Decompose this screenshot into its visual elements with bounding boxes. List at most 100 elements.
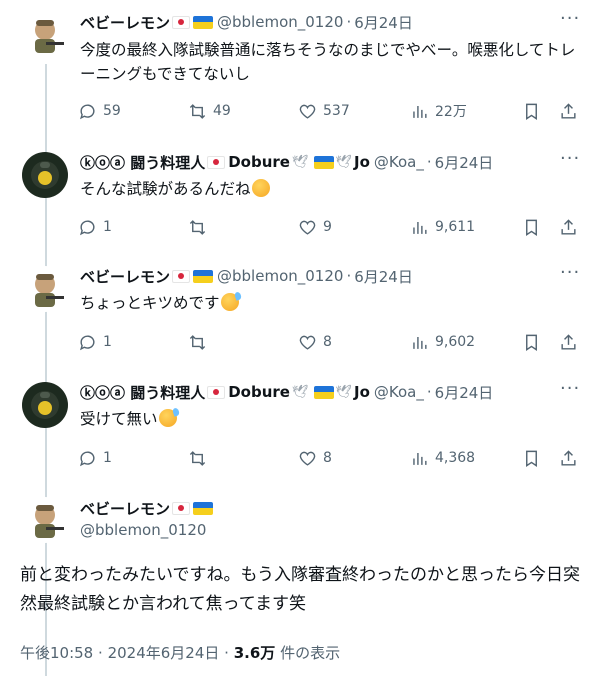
bookmark-button[interactable] [522, 99, 541, 123]
japan-flag-icon [207, 155, 226, 169]
reply-icon [80, 334, 95, 350]
tweet-time[interactable]: 午後10:58 [20, 644, 93, 662]
like-icon [299, 104, 316, 119]
separator: · [426, 153, 432, 171]
tweet-text-wrap: そんな試験があるんだね [80, 177, 580, 201]
separator: · [224, 644, 229, 662]
tweet-date[interactable]: 6月24日 [435, 152, 494, 173]
views-button[interactable]: 9,602 [410, 330, 475, 354]
display-name-prefix[interactable]: ⓚⓞⓐ 闘う料理人 [80, 382, 205, 403]
ukraine-flag-icon [193, 269, 214, 283]
reply-count: 1 [103, 334, 112, 350]
retweet-button[interactable]: 49 [188, 99, 231, 123]
japan-flag-icon [172, 501, 191, 515]
tweet-date[interactable]: 6月24日 [354, 12, 413, 33]
reply-button[interactable]: 1 [78, 446, 112, 470]
share-button[interactable] [559, 215, 578, 239]
action-bar: 1 8 4,368 [78, 446, 578, 470]
main-avatar[interactable] [22, 497, 68, 543]
like-count: 8 [323, 450, 332, 466]
display-name-mid[interactable]: Dobure [228, 383, 290, 401]
views-button[interactable]: 9,611 [410, 215, 475, 239]
bookmark-button[interactable] [522, 215, 541, 239]
tweet-text: 受けて無い [80, 410, 158, 428]
display-name[interactable]: ベビーレモン [80, 12, 170, 33]
reply-tweet-2[interactable]: ⓚⓞⓐ 闘う料理人 Dobure 🕊 🕊 Jo @Koa_ · 6月24日 ··… [0, 140, 600, 254]
reply-button[interactable]: 1 [78, 330, 112, 354]
more-icon[interactable]: ··· [560, 264, 580, 288]
main-display-name[interactable]: ベビーレモン [80, 498, 170, 519]
more-icon[interactable]: ··· [560, 150, 580, 174]
like-button[interactable]: 537 [298, 99, 350, 123]
share-button[interactable] [559, 330, 578, 354]
main-tweet-text: 前と変わったみたいですね。もう入隊審査終わったのかと思ったら今日突然最終試験とか… [20, 565, 580, 614]
retweet-button[interactable] [188, 215, 213, 239]
user-handle[interactable]: @bblemon_0120 [217, 267, 343, 285]
tweet-text: 今度の最終入隊試験普通に落ちそうなのまじでやべー。喉悪化してトレーニングもできて… [80, 41, 576, 83]
display-name-prefix[interactable]: ⓚⓞⓐ 闘う料理人 [80, 152, 205, 173]
tweet-header: ベビーレモン @bblemon_0120 · 6月24日 [80, 265, 413, 287]
dove-icon: 🕊 [291, 384, 309, 400]
bookmark-button[interactable] [522, 446, 541, 470]
retweet-button[interactable] [188, 446, 213, 470]
view-count: 3.6万 [233, 644, 276, 662]
like-button[interactable]: 9 [298, 215, 332, 239]
retweet-icon [189, 219, 206, 235]
display-name-mid[interactable]: Dobure [228, 153, 290, 171]
views-count: 22万 [435, 104, 467, 120]
tweet-header: ベビーレモン @bblemon_0120 · 6月24日 [80, 11, 413, 33]
reply-count: 59 [103, 103, 121, 119]
share-icon [561, 218, 576, 235]
views-button[interactable]: 4,368 [410, 446, 475, 470]
separator: · [98, 644, 103, 662]
reply-tweet-1[interactable]: ベビーレモン @bblemon_0120 · 6月24日 ··· 今度の最終入隊… [0, 0, 600, 140]
avatar[interactable] [22, 152, 68, 198]
more-icon[interactable]: ··· [560, 380, 580, 404]
display-name-end[interactable]: Jo [354, 153, 370, 171]
bookmark-icon [526, 219, 537, 236]
reply-tweet-3[interactable]: ベビーレモン @bblemon_0120 · 6月24日 ··· ちょっとキツめ… [0, 254, 600, 370]
like-button[interactable]: 8 [298, 446, 332, 470]
bookmark-button[interactable] [522, 330, 541, 354]
retweet-button[interactable] [188, 330, 213, 354]
main-user-handle[interactable]: @bblemon_0120 [80, 521, 206, 539]
share-icon [561, 449, 576, 466]
reply-button[interactable]: 59 [78, 99, 121, 123]
thinking-face-icon [251, 179, 270, 197]
share-button[interactable] [559, 446, 578, 470]
reply-count: 1 [103, 450, 112, 466]
reply-button[interactable]: 1 [78, 215, 112, 239]
japan-flag-icon [172, 15, 191, 29]
tweet-text: そんな試験があるんだね [80, 180, 251, 198]
views-button[interactable]: 22万 [410, 99, 467, 123]
tweet-full-date[interactable]: 2024年6月24日 [108, 644, 220, 662]
share-button[interactable] [559, 99, 578, 123]
avatar[interactable] [22, 382, 68, 428]
user-handle[interactable]: @bblemon_0120 [217, 13, 343, 31]
tweet-date[interactable]: 6月24日 [435, 382, 494, 403]
bookmark-icon [526, 103, 537, 120]
avatar[interactable] [22, 266, 68, 312]
tweet-header: ⓚⓞⓐ 闘う料理人 Dobure 🕊 🕊 Jo @Koa_ · 6月24日 [80, 381, 493, 403]
tweet-date[interactable]: 6月24日 [354, 266, 413, 287]
share-icon [561, 333, 576, 350]
display-name[interactable]: ベビーレモン [80, 266, 170, 287]
dove-icon: 🕊 [291, 154, 309, 170]
reply-count: 1 [103, 219, 112, 235]
more-icon[interactable]: ··· [560, 10, 580, 34]
user-handle[interactable]: @Koa_ [374, 153, 424, 171]
user-handle[interactable]: @Koa_ [374, 383, 424, 401]
reply-tweet-4[interactable]: ⓚⓞⓐ 闘う料理人 Dobure 🕊 🕊 Jo @Koa_ · 6月24日 ··… [0, 370, 600, 486]
main-tweet-header: ベビーレモン [80, 497, 214, 519]
like-icon [299, 335, 316, 350]
separator: · [426, 383, 432, 401]
bookmark-icon [526, 334, 537, 351]
reply-icon [80, 219, 95, 235]
views-count: 9,602 [435, 334, 476, 350]
separator: · [346, 267, 352, 285]
japan-flag-icon [207, 385, 226, 399]
display-name-end[interactable]: Jo [354, 383, 370, 401]
like-icon [299, 451, 316, 466]
avatar[interactable] [22, 12, 68, 58]
like-button[interactable]: 8 [298, 330, 332, 354]
